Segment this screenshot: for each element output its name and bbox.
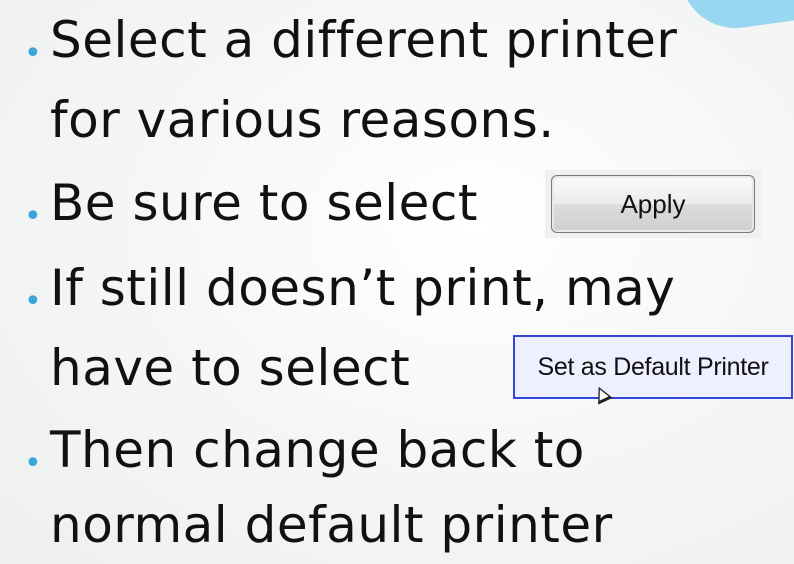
- bullet-3-text-2: have to select: [50, 339, 411, 397]
- set-default-printer-button[interactable]: Set as Default Printer: [513, 335, 793, 399]
- bullet-4-text-1: Then change back to: [50, 421, 585, 479]
- bullet-dot-icon: •: [24, 199, 43, 234]
- bullet-2-text-1: Be sure to select: [50, 174, 478, 232]
- bullet-2-line-1: • Be sure to select: [24, 173, 478, 234]
- bullet-3-line-2: have to select: [50, 338, 410, 398]
- bullet-dot-icon: •: [24, 284, 43, 319]
- bullet-1-line-2: for various reasons.: [50, 90, 555, 150]
- apply-button[interactable]: Apply: [551, 175, 755, 233]
- bullet-dot-icon: •: [24, 446, 43, 481]
- bullet-4-text-2: normal default printer: [50, 496, 613, 554]
- bullet-list: • Select a different printer for various…: [0, 0, 794, 564]
- bullet-1-text-2: for various reasons.: [50, 91, 555, 149]
- bullet-1-text-1: Select a different printer: [50, 11, 678, 69]
- bullet-1-line-1: • Select a different printer: [24, 10, 678, 71]
- bullet-dot-icon: •: [24, 36, 43, 71]
- bullet-4-line-1: • Then change back to: [24, 420, 585, 481]
- bullet-3-text-1: If still doesn’t print, may: [50, 259, 676, 317]
- bullet-4-line-2: normal default printer: [50, 495, 613, 555]
- bullet-3-line-1: • If still doesn’t print, may: [24, 258, 676, 319]
